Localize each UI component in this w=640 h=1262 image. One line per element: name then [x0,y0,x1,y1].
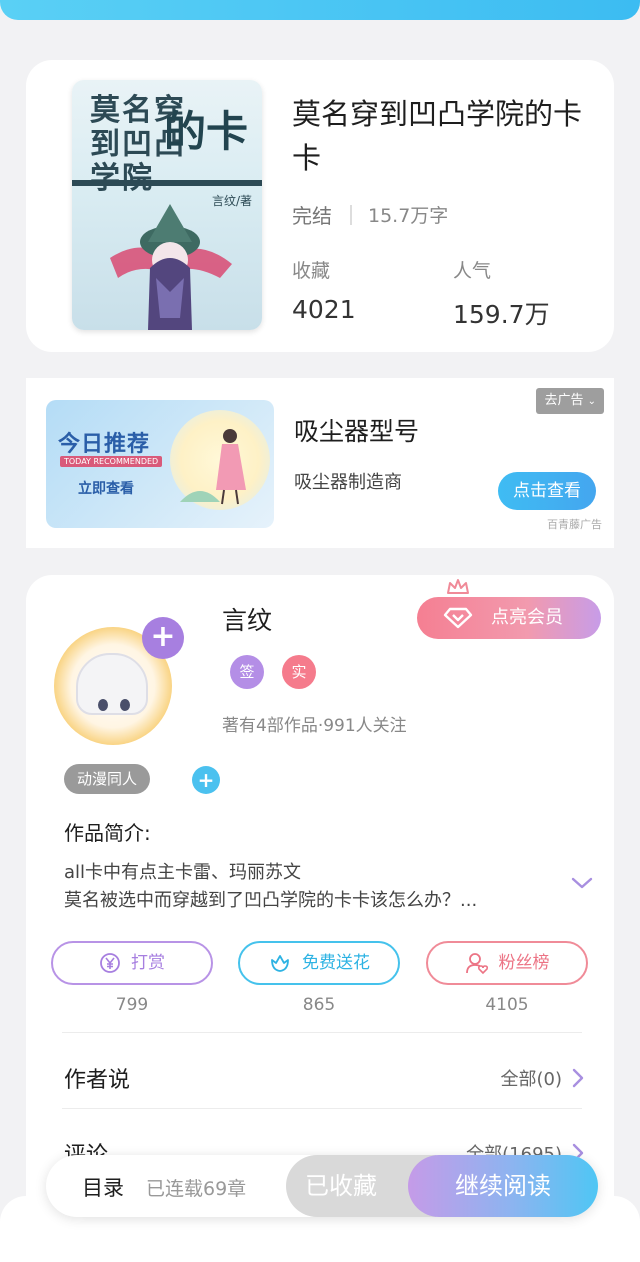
popularity-label: 人气 [453,260,492,282]
book-cover[interactable]: 莫名穿到凹凸学院 的卡 言纹/著 [72,80,262,330]
send-flower-label: 免费送花 [302,953,370,973]
flower-count: 865 [302,995,336,1015]
intro-line: 莫名被选中而穿越到了凹凸学院的卡卡该怎么办？... [64,890,478,911]
fans-ranking-label: 粉丝榜 [498,953,550,973]
chevron-right-icon [572,1068,584,1088]
avatar-hair [76,653,148,715]
ad-banner-button[interactable]: 立即查看 [78,478,134,498]
ad-view-button[interactable]: 点击查看 [498,472,596,510]
ad-card[interactable]: 今日推荐 TODAY RECOMMENDED 立即查看 吸尘器型号 吸尘器制造商… [26,378,614,548]
avatar-eye-left [98,699,108,711]
chevron-down-icon[interactable] [570,875,594,891]
favorites-label: 收藏 [292,260,331,282]
intro-text[interactable]: all卡中有点主卡雷、玛丽苏文 莫名被选中而穿越到了凹凸学院的卡卡该怎么办？..… [64,859,554,915]
chapter-count: 已连载69章 [146,1178,247,1200]
divider [62,1032,582,1033]
book-meta: 完结 15.7万字 [292,200,448,229]
intro-label: 作品简介: [64,821,151,845]
follow-plus-icon[interactable]: + [142,617,184,659]
continue-reading-button[interactable]: 继续阅读 [408,1155,598,1217]
author-stats: 著有4部作品·991人关注 [222,716,407,736]
book-title: 莫名穿到凹凸学院的卡卡 [292,97,583,175]
book-info-card: 莫名穿到凹凸学院 的卡 言纹/著 莫名穿到凹凸学院的卡卡 完结 15.7万字 收… [26,60,614,352]
fans-count: 4105 [485,995,529,1015]
ad-banner-image[interactable]: 今日推荐 TODAY RECOMMENDED 立即查看 [46,400,274,528]
ad-subtitle: 吸尘器制造商 [294,472,402,493]
reward-count: 799 [115,995,149,1015]
cover-band [72,180,262,186]
favorites-value: 4021 [292,295,356,324]
flower-icon [271,955,289,972]
cover-title-accent: 的卡 [163,107,248,156]
verified-badge: 实 [282,655,316,689]
vip-label: 点亮会员 [491,607,563,628]
word-count: 15.7万字 [368,205,449,227]
yen-coin-icon [100,953,120,973]
add-tag-icon[interactable]: + [192,766,220,794]
vip-activate-button[interactable]: 点亮会员 [417,597,601,639]
author-says-all-link[interactable]: 全部(0) [501,1065,585,1091]
signed-badge: 签 [230,655,264,689]
author-avatar-wrap[interactable]: + [46,617,184,755]
favorites-stat: 收藏 4021 [292,256,356,324]
chevron-down-icon: ⌄ [587,396,596,407]
remove-ad-label: 去广告 [544,393,584,408]
crown-icon [447,579,469,594]
popularity-stat: 人气 159.7万 [453,256,550,331]
book-status: 完结 [292,204,332,228]
intro-line: all卡中有点主卡雷、玛丽苏文 [64,862,302,883]
cover-illustration [110,204,232,330]
bottom-action-bar: 目录 已连载69章 已收藏 继续阅读 [46,1155,598,1217]
collected-label: 已收藏 [305,1172,377,1200]
diamond-icon [443,607,473,629]
fans-ranking-button[interactable]: 粉丝榜 [426,941,588,985]
meta-divider [350,204,352,225]
divider [62,1108,582,1109]
ad-banner-circle [170,410,270,510]
ad-banner-girl-illustration [180,429,246,505]
popularity-value: 159.7万 [453,300,550,329]
avatar-eye-right [120,699,130,711]
ad-title: 吸尘器型号 [294,417,420,446]
remove-ad-button[interactable]: 去广告 ⌄ [536,388,604,414]
author-says-label[interactable]: 作者说 [64,1062,130,1094]
ad-source: 百青藤广告 [547,518,602,531]
ad-banner-subtitle: TODAY RECOMMENDED [60,456,163,467]
top-header-bar [0,0,640,20]
ad-banner-title: 今日推荐 [58,432,151,457]
genre-tag[interactable]: 动漫同人 [64,764,151,794]
reward-label: 打赏 [131,953,165,973]
table-of-contents-button[interactable]: 目录 [82,1172,124,1202]
send-flower-button[interactable]: 免费送花 [238,941,400,985]
user-heart-icon [465,953,488,975]
reward-button[interactable]: 打赏 [51,941,213,985]
author-says-count: 全部(0) [500,1069,563,1090]
author-name[interactable]: 言纹 [222,601,272,637]
